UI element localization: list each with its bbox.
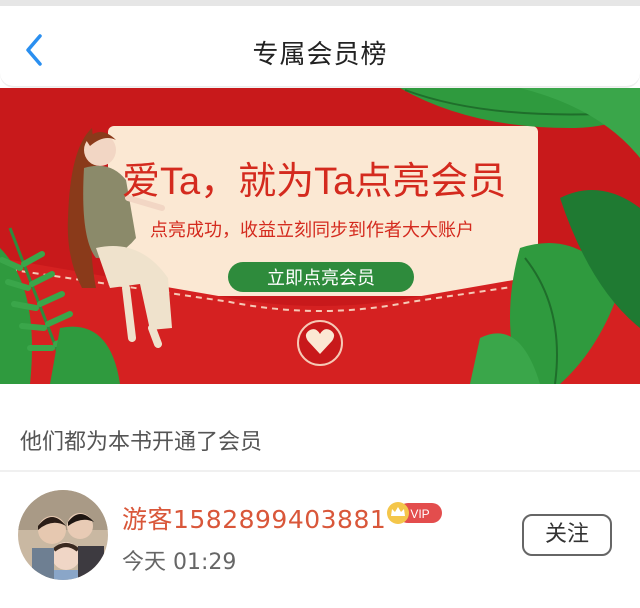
member-time: 今天 01:29 [122,550,237,575]
cta-label[interactable]: 立即点亮会员 [267,268,375,288]
member-name[interactable]: 游客1582899403881 [122,500,386,536]
promo-banner[interactable]: 爱Ta，就为Ta点亮会员 点亮成功，收益立刻同步到作者大大账户 立即点亮会员 [0,88,640,384]
banner-subline: 点亮成功，收益立刻同步到作者大大账户 [150,220,474,240]
vip-badge-label: VIP [410,507,429,521]
app-header: 专属会员榜 [0,6,640,87]
member-row: 游客1582899403881 VIP 今天 01:29 关注 [0,472,640,608]
section-title: 他们都为本书开通了会员 [20,430,263,455]
avatar[interactable] [18,490,108,580]
banner-headline: 爱Ta，就为Ta点亮会员 [122,161,506,203]
follow-button[interactable]: 关注 [522,514,612,556]
vip-badge: VIP [386,501,442,525]
page-title: 专属会员榜 [252,40,388,70]
